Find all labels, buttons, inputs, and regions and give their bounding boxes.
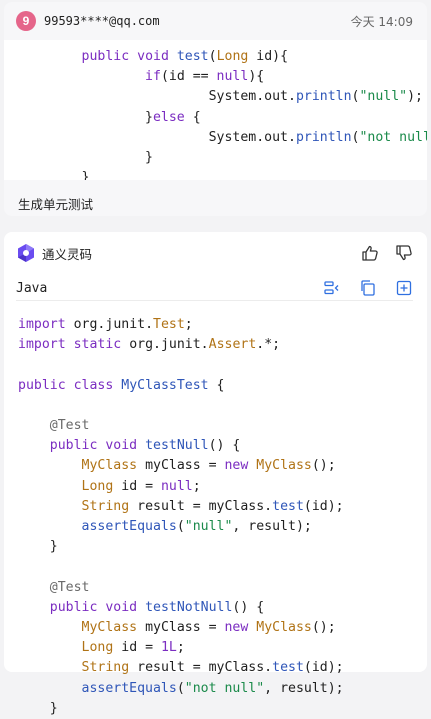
- generated-code-line: String result = myClass.test(id);: [81, 498, 344, 514]
- source-code-line: }else {: [18, 109, 201, 125]
- generated-code-line: assertEquals("not null", result);: [81, 680, 344, 696]
- thumbs-up-icon[interactable]: [361, 244, 379, 262]
- answer-header: 通义灵码: [16, 242, 413, 264]
- code-block-toolbar: Java: [16, 276, 413, 301]
- generated-code-line: }: [18, 539, 58, 555]
- generated-code-line: public void testNull() {: [49, 438, 241, 454]
- source-code-line: public void test(Long id){: [81, 49, 289, 64]
- copy-icon[interactable]: [359, 279, 377, 297]
- generated-code-line: import org.junit.Test;: [18, 317, 193, 332]
- generated-code-line: @Test: [49, 418, 90, 434]
- generated-code-line: Long id = 1L;: [81, 640, 185, 656]
- thumbs-down-icon[interactable]: [395, 244, 413, 262]
- assistant-name: 通义灵码: [42, 246, 93, 262]
- user-email: 99593****@qq.com: [44, 14, 160, 28]
- message-time: 今天 14:09: [350, 14, 413, 29]
- generated-code-line: public class MyClassTest {: [18, 377, 225, 393]
- message-header: 9 99593****@qq.com 今天 14:09: [16, 10, 413, 32]
- source-code-line: System.out.println("null");: [208, 89, 423, 105]
- insert-code-icon[interactable]: [323, 279, 341, 297]
- source-code-line: System.out.println("not null");: [208, 129, 427, 145]
- generated-code-line: assertEquals("null", result);: [81, 519, 312, 535]
- generated-code-line: MyClass myClass = new MyClass();: [81, 620, 336, 636]
- code-language-label: Java: [16, 280, 48, 296]
- source-code-line: }: [18, 150, 153, 166]
- generated-code-line: @Test: [49, 579, 90, 595]
- generated-code-line: Long id = null;: [81, 478, 201, 494]
- source-code-line: }: [18, 170, 90, 180]
- assistant-answer-card: 通义灵码 Java import org.junit.Test; import …: [4, 232, 427, 716]
- source-code-line: if(id == null){: [145, 69, 265, 85]
- generated-code: import org.junit.Test; import static org…: [18, 315, 344, 719]
- generated-code-line: import static org.junit.Assert.*;: [18, 337, 281, 353]
- generated-code-line: public void testNotNull() {: [49, 599, 265, 615]
- user-message-card: 9 99593****@qq.com 今天 14:09 public void …: [4, 2, 427, 216]
- new-file-icon[interactable]: [395, 279, 413, 297]
- prompt-text: 生成单元测试: [18, 197, 94, 212]
- avatar: 9: [16, 11, 36, 31]
- tongyi-logo-icon: [18, 244, 34, 262]
- selected-code-block: public void test(Long id){ if(id == null…: [4, 40, 427, 180]
- generated-code-line: }: [18, 700, 58, 716]
- generated-code-line: MyClass myClass = new MyClass();: [81, 458, 336, 474]
- source-code: public void test(Long id){ if(id == null…: [18, 47, 427, 180]
